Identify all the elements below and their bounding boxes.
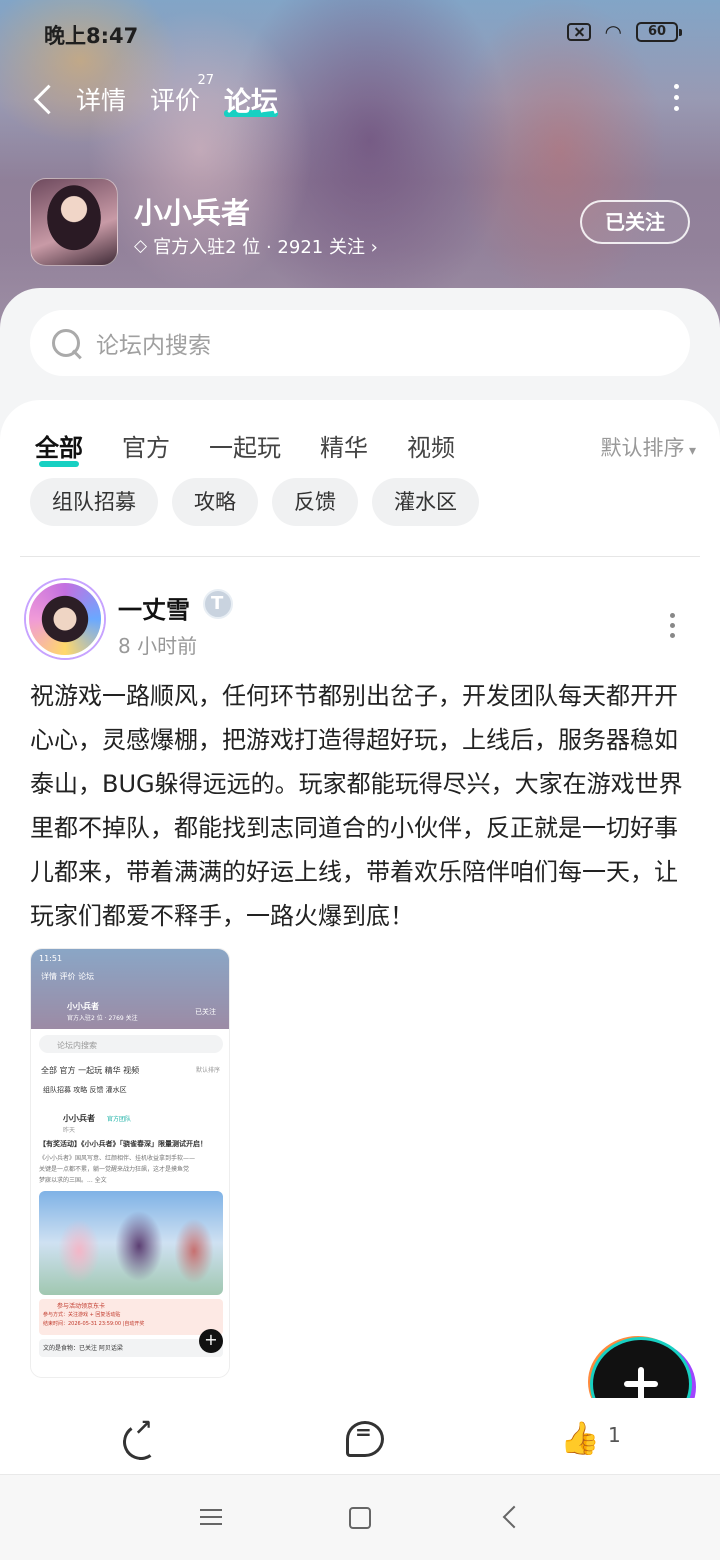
forum-sheet: 论坛内搜索 全部 官方 一起玩 精华 视频 默认排序 组队招募 攻略 反馈 灌水… xyxy=(0,288,720,1480)
forum-content: 全部 官方 一起玩 精华 视频 默认排序 组队招募 攻略 反馈 灌水区 一丈雪 … xyxy=(0,400,720,1480)
thumb-promo-line-2: 结束时间：2026-05-31 23:59:00 |自动开奖 xyxy=(43,1321,145,1327)
thumb-post-body-2: 关键是一点都不累，躺一觉醒来战力狂飙，这才是摸鱼党 xyxy=(39,1166,190,1173)
filter-tab-official[interactable]: 官方 xyxy=(122,428,170,463)
game-meta[interactable]: ◇ 官方入驻2 位 · 2921 关注 › xyxy=(134,233,378,259)
thumb-sort: 默认排序 xyxy=(196,1067,221,1074)
like-count: 1 xyxy=(608,1423,621,1447)
post-author[interactable]: 一丈雪 xyxy=(118,590,190,625)
post-body[interactable]: 祝游戏一路顺风，任何环节都别出岔子，开发团队每天都开开心心，灵感爆棚，把游戏打造… xyxy=(30,674,694,938)
follow-button[interactable]: 已关注 xyxy=(580,200,690,244)
search-input[interactable]: 论坛内搜索 xyxy=(96,326,211,360)
search-bar[interactable]: 论坛内搜索 xyxy=(30,310,690,376)
tab-reviews-label: 评价 xyxy=(150,86,201,115)
thumb-post-author: 小小兵者 xyxy=(63,1114,95,1123)
status-time: 晚上8:47 xyxy=(44,24,139,48)
chip-feedback[interactable]: 反馈 xyxy=(272,478,358,526)
status-icons: ◠ 60 xyxy=(566,20,682,44)
post-time: 8 小时前 xyxy=(118,634,198,658)
sort-dropdown[interactable]: 默认排序 xyxy=(601,432,696,462)
comment-icon[interactable] xyxy=(344,1418,384,1458)
tab-details-label: 详情 xyxy=(76,86,127,115)
no-sim-icon xyxy=(566,23,591,41)
wifi-icon: ◠ xyxy=(604,20,622,44)
thumb-follow: 已关注 xyxy=(195,1008,216,1016)
thumb-post-badge: 官方团队 xyxy=(107,1116,132,1123)
tab-forum-label: 论坛 xyxy=(224,86,279,118)
home-icon[interactable] xyxy=(349,1507,371,1529)
filter-tab-featured[interactable]: 精华 xyxy=(320,428,368,463)
thumb-post-body-1: 《小小兵者》国风写意、红颜相伴、挂机收益拿到手软—— xyxy=(39,1155,196,1162)
thumb-filter-tabs: 全部 官方 一起玩 精华 视频 xyxy=(41,1066,140,1075)
filter-tab-all[interactable]: 全部 xyxy=(35,428,83,467)
game-name: 小小兵者 xyxy=(134,196,251,230)
tab-forum[interactable]: 论坛 xyxy=(224,80,279,119)
post-actions: 👍 1 xyxy=(0,1398,720,1474)
divider xyxy=(20,556,700,557)
tab-reviews[interactable]: 评价 27 xyxy=(150,73,214,117)
chip-chat[interactable]: 灌水区 xyxy=(372,478,479,526)
thumb-promo-line-1: 参与方式：关注游戏 + 回复活动贴 xyxy=(43,1312,121,1318)
filter-tab-video[interactable]: 视频 xyxy=(407,428,455,463)
top-navigation: 详情 评价 27 论坛 xyxy=(30,73,690,122)
thumb-post-time: 昨天 xyxy=(63,1127,76,1134)
author-avatar[interactable] xyxy=(26,580,104,658)
thumb-footer-text: 文的是食物：已关注 阿贝话梁 xyxy=(43,1345,123,1352)
thumb-game-meta: 官方入驻2 位 · 2769 关注 xyxy=(67,1015,138,1022)
like-icon[interactable]: 👍 xyxy=(560,1418,600,1458)
thumb-game-name: 小小兵者 xyxy=(67,1002,99,1011)
post-image[interactable]: 11:51 详情 评价 论坛 小小兵者 官方入驻2 位 · 2769 关注 已关… xyxy=(30,948,230,1378)
user-level-badge-icon xyxy=(203,589,233,619)
thumb-time: 11:51 xyxy=(39,954,63,963)
thumb-post-body-3: 梦寐以求的三国。... 全文 xyxy=(39,1177,107,1184)
recent-apps-icon[interactable] xyxy=(200,1509,222,1527)
post-more-icon[interactable] xyxy=(670,613,676,638)
game-info: 小小兵者 ◇ 官方入驻2 位 · 2921 关注 › 已关注 xyxy=(30,178,690,268)
system-back-icon[interactable] xyxy=(502,1505,526,1529)
search-icon xyxy=(50,327,82,359)
game-avatar[interactable] xyxy=(30,178,118,266)
thumb-game-art xyxy=(39,1191,223,1295)
filter-tabs: 全部 官方 一起玩 精华 视频 默认排序 xyxy=(35,420,696,470)
battery-icon: 60 xyxy=(636,22,682,42)
thumb-sheet: 论坛内搜索 全部 官方 一起玩 精华 视频 默认排序 组队招募 攻略 反馈 灌水… xyxy=(31,1029,229,1377)
chip-team-recruit[interactable]: 组队招募 xyxy=(30,478,158,526)
thumb-tabs: 详情 评价 论坛 xyxy=(41,972,95,981)
reviews-count-badge: 27 xyxy=(197,73,215,88)
filter-tab-play-together[interactable]: 一起玩 xyxy=(209,428,281,463)
thumb-post-title: 【有奖活动】《小小兵者》「骁雀春深」限量测试开启！ xyxy=(39,1140,207,1148)
game-meta-text: 官方入驻2 位 · 2921 关注 › xyxy=(153,237,378,258)
more-options-icon[interactable] xyxy=(674,84,680,114)
thumb-fab-icon: + xyxy=(199,1329,223,1353)
thumb-promo-title: 参与活动领京东卡 xyxy=(57,1303,106,1310)
share-icon[interactable] xyxy=(120,1416,160,1458)
thumb-search-text: 论坛内搜索 xyxy=(57,1041,97,1050)
system-navigation xyxy=(0,1474,720,1560)
category-chips: 组队招募 攻略 反馈 灌水区 xyxy=(30,478,479,526)
thumb-chips: 组队招募 攻略 反馈 灌水区 xyxy=(43,1086,127,1094)
chip-guides[interactable]: 攻略 xyxy=(172,478,258,526)
tab-details[interactable]: 详情 xyxy=(76,81,126,117)
status-bar: 晚上8:47 ◠ 60 xyxy=(44,18,682,50)
back-icon[interactable] xyxy=(30,79,60,119)
diamond-icon: ◇ xyxy=(134,236,148,256)
